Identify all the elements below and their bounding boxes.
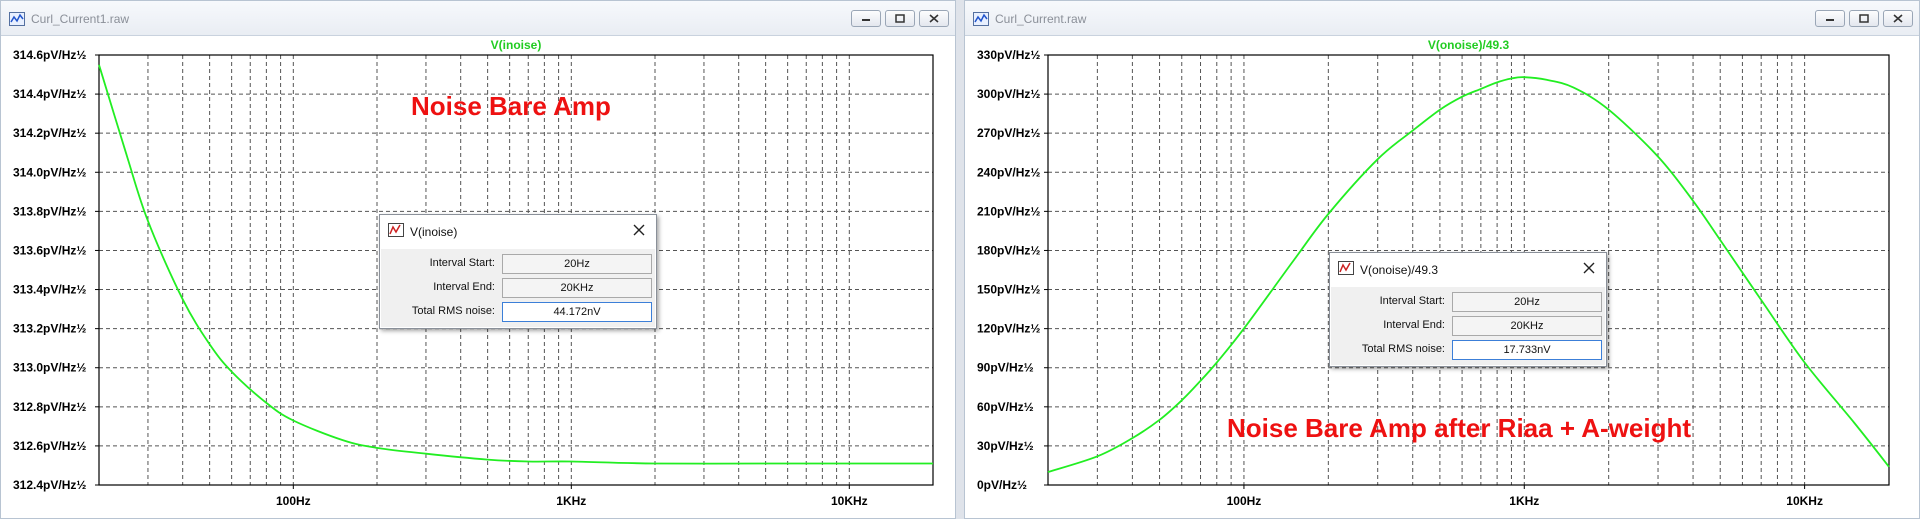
y-tick-label: 150pV/Hz½ [977,283,1040,297]
window-titlebar[interactable]: Curl_Current1.raw [1,1,955,36]
rms-noise-field[interactable]: 17.733nV [1452,340,1602,360]
y-tick-label: 313.2pV/Hz½ [13,322,86,336]
y-tick-label: 90pV/Hz½ [977,361,1034,375]
dialog-body: Interval Start: 20Hz Interval End: 20KHz… [381,249,655,327]
x-tick-label: 10KHz [831,494,868,508]
maximize-button[interactable] [1849,10,1879,27]
rms-dialog-left[interactable]: V(inoise) Interval Start: 20Hz Interval … [379,214,657,329]
x-tick-label: 100Hz [1227,494,1262,508]
ltspice-plot-icon [973,12,989,26]
interval-end-label: Interval End: [1383,319,1445,331]
window-title: Curl_Current1.raw [31,12,130,26]
close-icon[interactable] [1582,261,1596,275]
y-tick-label: 180pV/Hz½ [977,243,1040,257]
rms-dialog-right[interactable]: V(onoise)/49.3 Interval Start: 20Hz Inte… [1329,252,1607,367]
maximize-icon [895,14,905,23]
plot-annotation: Noise Bare Amp after Riaa + A-weight [1227,413,1691,443]
x-tick-label: 10KHz [1786,494,1823,508]
maximize-icon [1859,14,1869,23]
rms-noise-row: Total RMS noise: 44.172nV [381,302,655,322]
dialog-body: Interval Start: 20Hz Interval End: 20KHz… [1331,287,1605,365]
interval-end-field[interactable]: 20KHz [1452,316,1602,336]
y-tick-label: 270pV/Hz½ [977,126,1040,140]
window-titlebar[interactable]: Curl_Current.raw [965,1,1919,36]
x-tick-label: 100Hz [276,494,311,508]
y-tick-label: 30pV/Hz½ [977,439,1034,453]
y-tick-label: 312.8pV/Hz½ [13,400,86,414]
close-button[interactable] [1883,10,1913,27]
x-axis-ticks: 100Hz 1KHz 10KHz [1227,485,1823,508]
y-tick-label: 60pV/Hz½ [977,400,1034,414]
y-tick-label: 313.8pV/Hz½ [13,204,86,218]
dialog-title: V(inoise) [410,225,458,239]
maximize-button[interactable] [885,10,915,27]
close-button[interactable] [919,10,949,27]
y-axis-ticks: 314.6pV/Hz½ 314.4pV/Hz½ 314.2pV/Hz½ 314.0pV… [13,48,99,492]
y-tick-label: 314.0pV/Hz½ [13,165,86,179]
interval-start-row: Interval Start: 20Hz [381,254,655,274]
minimize-button[interactable] [851,10,881,27]
y-tick-label: 312.4pV/Hz½ [13,478,86,492]
rms-noise-label: Total RMS noise: [411,305,495,317]
y-tick-label: 0pV/Hz½ [977,478,1027,492]
close-icon [929,14,939,23]
interval-start-field[interactable]: 20Hz [1452,292,1602,312]
y-tick-label: 313.0pV/Hz½ [13,361,86,375]
y-tick-label: 314.2pV/Hz½ [13,126,86,140]
interval-end-label: Interval End: [433,281,495,293]
x-axis-ticks: 100Hz 1KHz 10KHz [276,485,868,508]
interval-end-row: Interval End: 20KHz [381,278,655,298]
window-title: Curl_Current.raw [995,12,1087,26]
dialog-title: V(onoise)/49.3 [1360,263,1439,277]
interval-start-field[interactable]: 20Hz [502,254,652,274]
minimize-icon [862,19,870,21]
rms-noise-row: Total RMS noise: 17.733nV [1331,340,1605,360]
plot-annotation: Noise Bare Amp [411,91,611,121]
plot-window-right: Curl_Current.raw V(onoise)/49.3 330pV/Hz½… [964,0,1920,519]
rms-noise-label: Total RMS noise: [1361,343,1445,355]
close-icon[interactable] [632,223,646,237]
x-tick-label: 1KHz [1509,494,1539,508]
trace-title[interactable]: V(inoise) [491,38,542,52]
close-icon [1893,14,1903,23]
y-tick-label: 120pV/Hz½ [977,322,1040,336]
y-tick-label: 313.4pV/Hz½ [13,283,86,297]
y-tick-label: 300pV/Hz½ [977,87,1040,101]
y-tick-label: 210pV/Hz½ [977,204,1040,218]
y-tick-label: 313.6pV/Hz½ [13,243,86,257]
window-divider [956,0,964,519]
x-tick-label: 1KHz [556,494,586,508]
interval-start-label: Interval Start: [429,257,495,269]
y-tick-label: 312.6pV/Hz½ [13,439,86,453]
minimize-button[interactable] [1815,10,1845,27]
interval-start-label: Interval Start: [1379,295,1445,307]
ltspice-plot-icon [1338,261,1354,275]
y-axis-ticks: 330pV/Hz½ 300pV/Hz½ 270pV/Hz½ 240pV/Hz½ 210p… [977,48,1048,492]
interval-end-field[interactable]: 20KHz [502,278,652,298]
y-tick-label: 314.4pV/Hz½ [13,87,86,101]
minimize-icon [1826,19,1834,21]
y-tick-label: 240pV/Hz½ [977,165,1040,179]
y-tick-label: 330pV/Hz½ [977,48,1040,62]
interval-start-row: Interval Start: 20Hz [1331,292,1605,312]
trace-title[interactable]: V(onoise)/49.3 [1428,38,1510,52]
rms-noise-field[interactable]: 44.172nV [502,302,652,322]
ltspice-plot-icon [9,12,25,26]
interval-end-row: Interval End: 20KHz [1331,316,1605,336]
ltspice-plot-icon [388,223,404,237]
plot-window-left: Curl_Current1.raw V(inoise) 314.6pV/Hz½ 31… [0,0,956,519]
y-tick-label: 314.6pV/Hz½ [13,48,86,62]
